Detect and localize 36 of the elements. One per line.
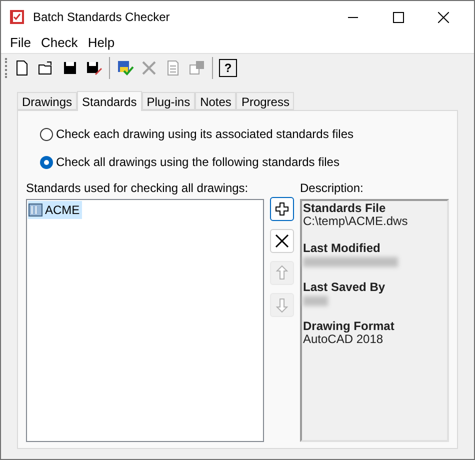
remove-button[interactable] [270,229,294,253]
plus-icon [273,200,291,218]
radio-option[interactable]: Check each drawing using its associated standards files [40,125,449,143]
blurred-value [303,296,328,306]
close-icon[interactable] [438,12,449,22]
window-title: Batch Standards Checker [33,9,170,26]
list-label: Standards used for checking all drawings: [26,180,250,197]
standards-list[interactable]: ACME [26,199,264,442]
checklist-icon [9,9,25,25]
tab[interactable]: Plug-ins [142,92,196,110]
x-icon [273,232,291,250]
tab[interactable]: Drawings [17,92,78,110]
radio-button[interactable] [40,128,53,140]
maximize-icon[interactable] [393,12,404,22]
description-label: Description: [300,180,364,197]
help-button[interactable]: ? [219,58,237,76]
down-arrow-icon [273,296,291,314]
radio-button[interactable] [40,156,53,168]
standards-file-icon [28,202,44,218]
section-heading: Standards File [303,201,387,215]
section-value: C:\temp\ACME.dws [303,215,409,228]
up-arrow-icon [273,264,291,282]
radio-option[interactable]: Check all drawings using the following standards files [40,153,449,171]
add-button[interactable] [270,197,294,221]
section-value: AutoCAD 2018 [303,333,384,346]
menu-item[interactable]: Check [36,33,83,53]
list-item[interactable]: ACME [28,201,82,219]
menu-item[interactable]: Help [82,33,120,53]
menu-item[interactable]: File [5,33,36,53]
section-heading: Last Modified [303,241,382,255]
tab[interactable]: Notes [195,92,236,110]
section-heading: Last Saved By [303,280,386,294]
check-drawing-icon[interactable] [116,58,134,76]
tab[interactable]: Standards [77,91,142,111]
section-heading: Drawing Format [303,319,396,333]
tab[interactable]: Progress [236,92,294,110]
